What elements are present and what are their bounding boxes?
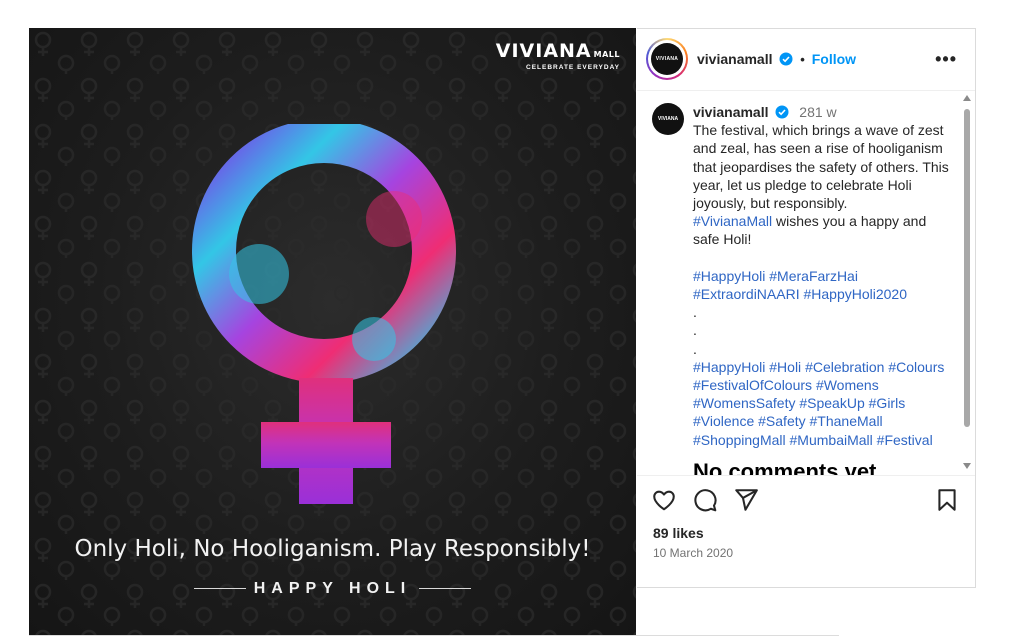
no-comments-heading: No comments yet.: [693, 459, 883, 476]
divider-right: [419, 588, 472, 590]
hashtag-link[interactable]: #Colours: [888, 359, 944, 375]
venus-symbol-icon: [192, 124, 456, 504]
username-link[interactable]: vivianamall: [697, 51, 773, 67]
hashtag-link[interactable]: #Festival: [877, 432, 933, 448]
hashtag-link[interactable]: #ExtraordiNAARI: [693, 286, 800, 302]
page-divider: [29, 635, 839, 636]
caption-body: vivianamall 281 w The festival, which br…: [693, 103, 955, 449]
post-sidebar: VIVIANA vivianamall • Follow ••• VIVIANA…: [637, 28, 976, 588]
hashtag-link[interactable]: #FestivalOfColours: [693, 377, 812, 393]
caption-username[interactable]: vivianamall: [693, 104, 769, 120]
hashtag-link[interactable]: #Violence: [693, 413, 754, 429]
hashtag-link[interactable]: #MeraFarzHai: [769, 268, 858, 284]
brand-name: VIVIANA MALL: [495, 40, 620, 62]
hashtag-link[interactable]: #HappyHoli: [693, 268, 765, 284]
separator-dot: •: [800, 52, 805, 67]
caption-text: The festival, which brings a wave of zes…: [693, 122, 949, 212]
verified-badge-icon: [775, 105, 789, 119]
scrollbar[interactable]: [963, 95, 971, 469]
hashtag-link[interactable]: #Girls: [869, 395, 906, 411]
more-options-button[interactable]: •••: [935, 49, 957, 70]
scroll-down-arrow[interactable]: [963, 463, 971, 469]
caption-time[interactable]: 281 w: [799, 104, 836, 120]
scroll-up-arrow[interactable]: [963, 95, 971, 101]
caption-avatar[interactable]: VIVIANA: [652, 103, 684, 135]
caption-scroll-area[interactable]: VIVIANA vivianamall 281 w The festival, …: [637, 91, 975, 476]
follow-button[interactable]: Follow: [812, 51, 856, 67]
avatar[interactable]: VIVIANA: [646, 38, 688, 80]
hashtag-link[interactable]: #Womens: [816, 377, 879, 393]
dot-lines: ...: [693, 304, 697, 356]
share-icon[interactable]: [733, 487, 759, 513]
headline-text: Only Holi, No Hooliganism. Play Responsi…: [74, 536, 591, 562]
hashtag-link[interactable]: #Holi: [769, 359, 801, 375]
hashtag-group-1: #HappyHoli #MeraFarzHai #ExtraordiNAARI …: [693, 268, 907, 302]
hashtag-link[interactable]: #ThaneMall: [810, 413, 883, 429]
brand-tagline: CELEBRATE EVERYDAY: [526, 64, 620, 71]
happy-holi-banner: HAPPY HOLI: [29, 580, 636, 598]
verified-badge-icon: [779, 52, 793, 66]
hashtag-group-2: #HappyHoli #Holi #Celebration #Colours #…: [693, 359, 944, 448]
hashtag-link[interactable]: #ShoppingMall: [693, 432, 786, 448]
comment-icon[interactable]: [692, 487, 718, 513]
post-image[interactable]: VIVIANA MALL CELEBRATE EVERYDAY Only Holi…: [29, 28, 636, 635]
heart-icon[interactable]: [651, 487, 677, 513]
hashtag-link[interactable]: #WomensSafety: [693, 395, 795, 411]
dot-line: .: [693, 322, 697, 339]
header-user-line: vivianamall • Follow: [697, 51, 856, 67]
post-date[interactable]: 10 March 2020: [653, 546, 733, 560]
dot-line: .: [693, 340, 697, 357]
action-bar: [637, 487, 975, 521]
brand-logo: VIVIANA MALL CELEBRATE EVERYDAY: [496, 40, 620, 71]
likes-count[interactable]: 89 likes: [653, 525, 704, 541]
scroll-thumb[interactable]: [964, 109, 970, 427]
hashtag-link[interactable]: #Safety: [758, 413, 805, 429]
hashtag-link[interactable]: #HappyHoli: [693, 359, 765, 375]
hashtag-link[interactable]: #SpeakUp: [799, 395, 864, 411]
bookmark-icon[interactable]: [934, 487, 960, 513]
hashtag-link[interactable]: #MumbaiMall: [790, 432, 873, 448]
divider-left: [193, 588, 246, 590]
hashtag-link[interactable]: #HappyHoli2020: [803, 286, 907, 302]
mention-hashtag[interactable]: #VivianaMall: [693, 213, 772, 229]
dot-line: .: [693, 304, 697, 321]
happy-holi-text: HAPPY HOLI: [253, 580, 412, 597]
post-header: VIVIANA vivianamall • Follow •••: [637, 29, 975, 91]
hashtag-link[interactable]: #Celebration: [805, 359, 884, 375]
